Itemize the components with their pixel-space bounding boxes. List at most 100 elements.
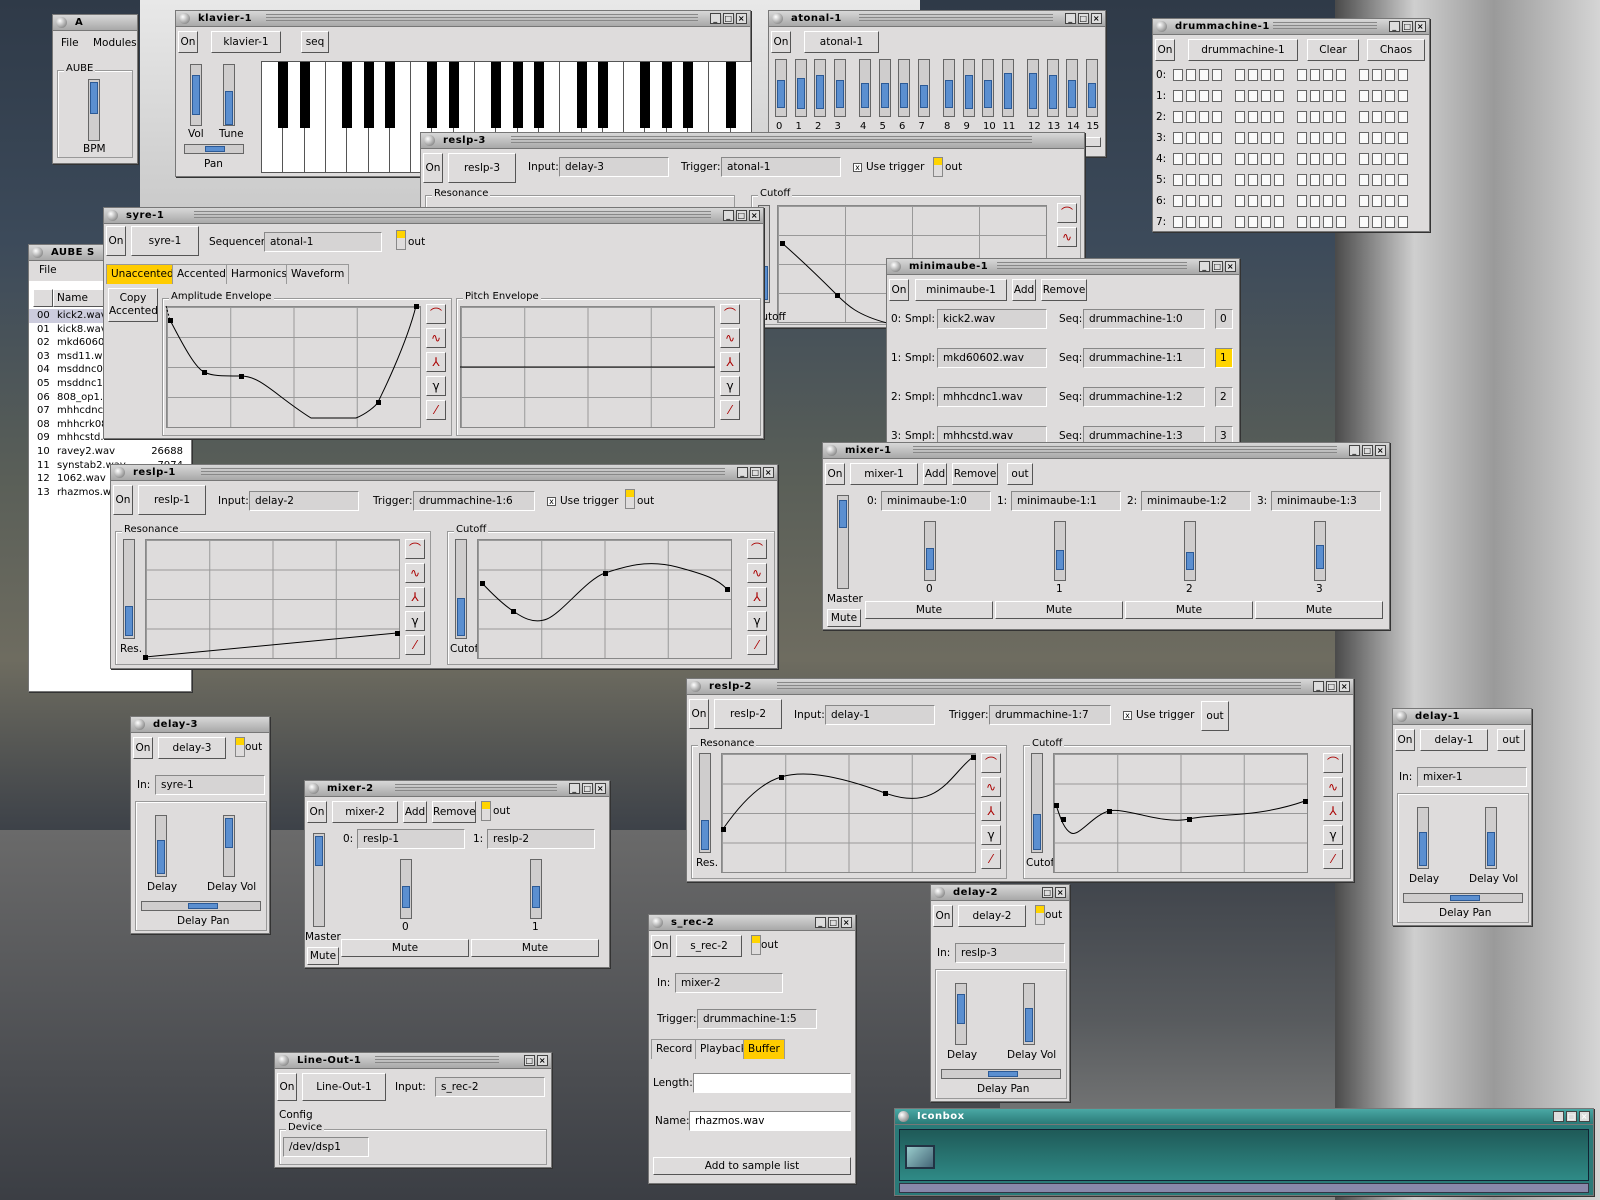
add-button[interactable]: Add [1012, 279, 1036, 301]
curve-point[interactable] [1054, 803, 1059, 808]
delay-slider[interactable] [955, 983, 967, 1045]
window-menu-icon[interactable] [278, 1055, 289, 1066]
window-menu-icon[interactable] [134, 719, 145, 730]
filename-field[interactable]: rhazmos.wav [689, 1111, 851, 1131]
input-field[interactable]: delay-1 [825, 705, 935, 725]
clear-button[interactable]: Clear [1307, 39, 1359, 61]
black-key[interactable] [640, 62, 651, 128]
add-to-sample-list-button[interactable]: Add to sample list [653, 1157, 851, 1175]
curve-point[interactable] [1061, 817, 1066, 822]
channel-volume-slider[interactable] [1314, 521, 1326, 581]
out-button[interactable]: out [1007, 463, 1033, 485]
pattern-step[interactable] [1336, 69, 1346, 81]
pattern-step[interactable] [1261, 174, 1271, 186]
sample-field[interactable]: kick2.wav [937, 309, 1047, 329]
pattern-step[interactable] [1173, 90, 1183, 102]
in-field[interactable]: syre-1 [155, 775, 265, 795]
delay3-titlebar[interactable]: delay-3 [131, 717, 269, 733]
pattern-step[interactable] [1359, 111, 1369, 123]
curve-random-icon[interactable]: ∿ [720, 328, 740, 348]
input-field[interactable]: s_rec-2 [435, 1077, 545, 1097]
close-icon[interactable]: × [763, 467, 774, 478]
pattern-step[interactable] [1235, 69, 1245, 81]
pattern-step[interactable] [1173, 216, 1183, 228]
menu-modules[interactable]: Modules [93, 37, 137, 49]
module-menu-button[interactable]: reslp-3 [448, 153, 516, 183]
pattern-step[interactable] [1274, 195, 1284, 207]
step-slider[interactable] [943, 59, 955, 117]
curve-point[interactable] [835, 293, 840, 298]
pattern-step[interactable] [1310, 111, 1320, 123]
pattern-step[interactable] [1297, 132, 1307, 144]
curve-random-icon[interactable]: ∿ [1323, 777, 1343, 797]
curve-exp-icon[interactable]: ⌒ [720, 304, 740, 324]
pattern-step[interactable] [1359, 174, 1369, 186]
curve-exp-icon[interactable]: ⌒ [1323, 753, 1343, 773]
pattern-step[interactable] [1359, 195, 1369, 207]
black-key[interactable] [512, 62, 523, 128]
pattern-step[interactable] [1274, 216, 1284, 228]
curve-point[interactable] [971, 755, 976, 760]
klavier-titlebar[interactable]: klavier-1 _ □ × [176, 11, 750, 27]
pattern-step[interactable] [1323, 132, 1333, 144]
pattern-step[interactable] [1398, 132, 1408, 144]
curve-lambda-icon[interactable]: ⅄ [747, 587, 767, 607]
curve-point[interactable] [511, 609, 516, 614]
channel-mute-button[interactable]: Mute [471, 939, 599, 957]
pattern-step[interactable] [1248, 69, 1258, 81]
input-field[interactable]: delay-3 [559, 157, 669, 177]
syre-titlebar[interactable]: syre-1 _ □ × [104, 208, 763, 224]
curve-lambda-icon[interactable]: ⅄ [1323, 801, 1343, 821]
window-menu-icon[interactable] [56, 17, 67, 28]
module-menu-button[interactable]: delay-3 [158, 737, 226, 759]
pattern-step[interactable] [1199, 111, 1209, 123]
module-menu-button[interactable]: minimaube-1 [915, 279, 1007, 301]
black-key[interactable] [278, 62, 289, 128]
pattern-step[interactable] [1261, 195, 1271, 207]
pattern-step[interactable] [1212, 111, 1222, 123]
pan-slider[interactable] [184, 144, 244, 154]
window-menu-icon[interactable] [308, 783, 319, 794]
curve-gamma-icon[interactable]: γ [720, 376, 740, 396]
window-menu-icon[interactable] [1156, 21, 1167, 32]
srec-titlebar[interactable]: s_rec-2 _ □ × [649, 915, 855, 931]
pattern-step[interactable] [1385, 216, 1395, 228]
pattern-step[interactable] [1359, 90, 1369, 102]
pattern-step[interactable] [1297, 216, 1307, 228]
curve-linear-icon[interactable]: ⁄ [405, 635, 425, 655]
tab-accented[interactable]: Accented [172, 264, 231, 284]
curve-point[interactable] [721, 827, 726, 832]
on-button[interactable]: On [1155, 39, 1175, 61]
pattern-step[interactable] [1173, 132, 1183, 144]
pattern-step[interactable] [1199, 195, 1209, 207]
maximize-icon[interactable]: □ [1326, 681, 1337, 692]
pattern-step[interactable] [1336, 111, 1346, 123]
channel-volume-slider[interactable] [400, 859, 412, 919]
pattern-step[interactable] [1261, 132, 1271, 144]
pattern-step[interactable] [1199, 153, 1209, 165]
minimize-icon[interactable]: _ [1313, 681, 1324, 692]
delay-vol-slider[interactable] [1485, 807, 1497, 869]
on-button[interactable]: On [277, 1073, 297, 1101]
pattern-step[interactable] [1372, 111, 1382, 123]
pattern-step[interactable] [1199, 69, 1209, 81]
curve-exp-icon[interactable]: ⌒ [747, 539, 767, 559]
sample-field[interactable]: mhhcdnc1.wav [937, 387, 1047, 407]
curve-random-icon[interactable]: ∿ [1057, 227, 1077, 247]
step-slider[interactable] [794, 59, 807, 117]
channel-input-field[interactable]: reslp-1 [357, 829, 465, 849]
step-accent-button[interactable] [1084, 137, 1101, 147]
close-icon[interactable]: × [1375, 445, 1386, 456]
module-menu-button[interactable]: klavier-1 [211, 31, 281, 53]
delay-pan-slider[interactable] [141, 901, 261, 911]
black-key[interactable] [427, 62, 438, 128]
channel-volume-slider[interactable] [530, 859, 542, 919]
pattern-step[interactable] [1186, 132, 1196, 144]
pattern-step[interactable] [1398, 174, 1408, 186]
pattern-step[interactable] [1199, 174, 1209, 186]
master-slider[interactable] [837, 495, 849, 589]
pattern-step[interactable] [1398, 69, 1408, 81]
close-icon[interactable]: × [1579, 1111, 1590, 1122]
on-button[interactable]: On [1395, 729, 1415, 751]
curve-point[interactable] [202, 370, 207, 375]
